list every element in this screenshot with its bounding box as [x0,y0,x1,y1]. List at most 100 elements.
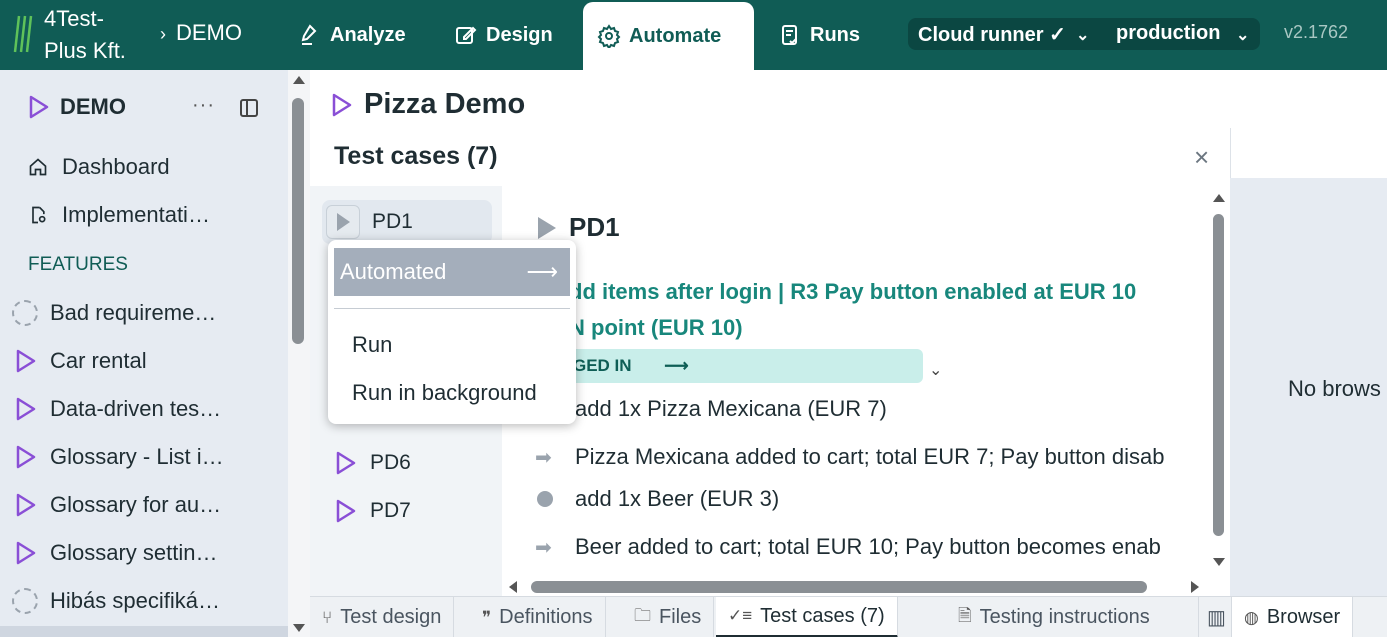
bottom-tab-bar: ⑂ Test design ❞ Definitions 🗀 Files ✓≡ T… [310,596,1387,637]
step-row: ➡ Pizza Mexicana added to cart; total EU… [535,441,1164,473]
sidebar: DEMO ··· Dashboard Implementati… FEATURE… [0,70,288,637]
tab-label: Testing instructions [979,606,1150,628]
test-case-label: PD6 [370,451,411,474]
breadcrumb[interactable]: › DEMO [160,20,242,46]
document-gear-icon [32,206,46,224]
scroll-up-icon[interactable] [1213,194,1225,202]
rule-line-2: N point (EUR 10) [569,315,743,340]
features-section-heading: FEATURES [28,254,128,275]
detail-horizontal-scrollbar[interactable] [503,578,1209,596]
feature-item[interactable]: Bad requireme… [12,296,216,330]
chevron-down-icon[interactable]: ⌄ [1236,25,1249,45]
sidebar-item-label: Dashboard [62,154,170,179]
split-view-icon[interactable]: ▥ [1198,597,1232,637]
breadcrumb-project[interactable]: DEMO [176,20,242,45]
chevron-down-icon[interactable]: ⌄ [929,360,942,380]
runner-dropdown[interactable]: Cloud runner ✓ [918,22,1066,47]
quote-icon: ❞ [482,607,492,627]
feature-item[interactable]: Car rental [12,344,147,378]
tab-analyze-label: Analyze [330,23,406,46]
step-text: add 1x Beer (EUR 3) [575,486,780,511]
close-icon[interactable]: × [1194,142,1209,173]
scroll-right-icon[interactable] [1191,581,1199,593]
scrollbar-thumb[interactable] [292,98,304,344]
sidebar-item-dashboard[interactable]: Dashboard [28,152,170,182]
checklist-icon: ✓≡ [728,606,753,625]
feature-item[interactable]: Data-driven tes… [12,392,221,426]
precondition-tag[interactable]: GED IN ⟶ [533,349,923,383]
step-row: add 1x Pizza Mexicana (EUR 7) [535,393,887,425]
menu-item-run[interactable]: Run [352,332,392,358]
feature-item[interactable]: Glossary settin… [12,536,218,570]
test-case-label: PD1 [372,210,413,233]
scroll-down-icon[interactable] [293,624,305,632]
scroll-down-icon[interactable] [1213,558,1225,566]
runs-icon [782,25,797,45]
panel-title: Test cases (7) [334,142,498,170]
browser-pane: No brows [1230,178,1387,596]
tab-test-design[interactable]: ⑂ Test design [310,597,455,637]
tab-test-cases[interactable]: ✓≡ Test cases (7) [716,597,898,637]
browser-empty-message: No brows [1288,376,1381,401]
menu-item-automated[interactable]: Automated ⟶ [334,248,570,296]
test-case-item-pd1[interactable]: PD1 [322,200,492,244]
pane-divider [1230,128,1231,178]
tab-browser[interactable]: ◍ Browser [1232,597,1354,637]
run-button[interactable] [326,205,360,239]
play-icon [332,93,352,116]
chevron-down-icon[interactable]: ⌄ [1076,25,1089,45]
tab-label: Definitions [499,606,593,628]
environment-dropdown[interactable]: production [1116,22,1220,45]
scrollbar-thumb[interactable] [1213,214,1224,536]
arrow-right-icon: ➡ [535,536,552,559]
sidebar-footer [0,626,288,637]
sidebar-item-implementation[interactable]: Implementati… [28,200,210,230]
tab-label: Test design [340,606,442,628]
feature-item[interactable]: Hibás specifiká… [12,584,220,618]
play-icon [337,213,350,231]
sidebar-scrollbar[interactable] [288,70,310,637]
page-title-text: Pizza Demo [364,88,526,120]
test-case-item-pd7[interactable]: PD7 [334,489,411,533]
tab-runs[interactable]: Runs [764,0,874,70]
collapse-sidebar-icon[interactable] [240,99,258,117]
tab-automate[interactable]: Automate [583,2,754,70]
dashed-circle-icon [12,300,38,326]
play-icon [538,216,556,239]
feature-item[interactable]: Glossary for au… [12,488,221,522]
scrollbar-thumb[interactable] [531,581,1147,593]
rule-heading: dd items after login | R3 Pay button ena… [569,274,1136,346]
tab-testing-instructions[interactable]: 🗎 Testing instructions [946,597,1162,637]
scroll-up-icon[interactable] [293,76,305,84]
test-case-item-pd6[interactable]: PD6 [334,441,411,485]
menu-item-label: Automated [340,259,447,284]
tab-runs-label: Runs [810,23,860,46]
feature-label: Hibás specifiká… [50,588,220,613]
scroll-left-icon[interactable] [509,581,517,593]
tab-label: Browser [1266,606,1341,628]
play-icon [16,445,36,469]
tab-files[interactable]: 🗀 Files [622,597,715,637]
tab-definitions[interactable]: ❞ Definitions [470,597,606,637]
step-text: add 1x Pizza Mexicana (EUR 7) [575,396,887,421]
more-options-icon[interactable]: ··· [192,94,215,117]
feature-label: Data-driven tes… [50,396,222,421]
feature-label: Glossary for au… [50,492,222,517]
play-icon [336,451,356,475]
tab-analyze[interactable]: Analyze [284,0,420,70]
menu-divider [334,308,570,309]
play-icon [16,349,36,373]
detail-vertical-scrollbar[interactable] [1209,186,1229,578]
logo-icon [13,15,33,53]
feature-item[interactable]: Glossary - List i… [12,440,224,474]
sidebar-project-name: DEMO [60,94,126,119]
test-case-label: PD7 [370,499,411,522]
analyze-icon [301,24,317,45]
chevron-right-icon: › [160,24,166,44]
arrow-right-icon: ➡ [535,446,552,469]
branch-icon: ⑂ [322,607,333,627]
sidebar-project[interactable]: DEMO [28,94,126,120]
step-text: Pizza Mexicana added to cart; total EUR … [575,444,1165,469]
tab-design[interactable]: Design [440,0,567,70]
menu-item-run-in-background[interactable]: Run in background [352,380,537,406]
